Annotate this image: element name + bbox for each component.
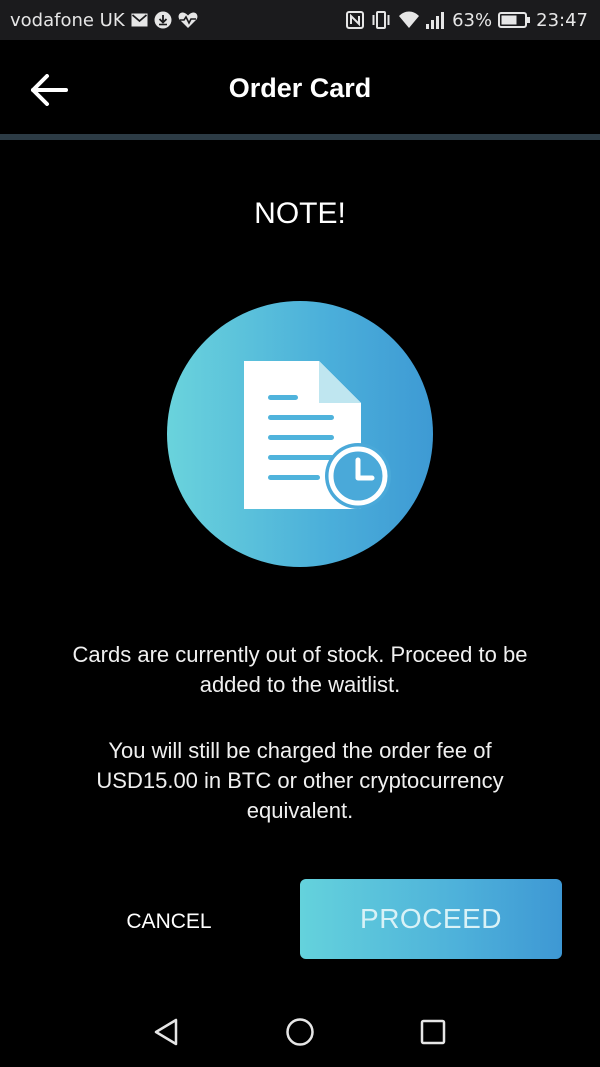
note-title: NOTE! bbox=[254, 197, 346, 230]
status-bar-right: 63% 23:47 bbox=[346, 10, 588, 31]
status-bar-left: vodafone UK bbox=[10, 10, 198, 31]
nfc-icon bbox=[346, 11, 365, 29]
out-of-stock-message: Cards are currently out of stock. Procee… bbox=[72, 642, 528, 697]
mail-icon bbox=[131, 13, 148, 27]
cancel-button[interactable]: CANCEL bbox=[110, 900, 228, 944]
navigation-bar bbox=[0, 996, 600, 1067]
heart-rate-icon bbox=[178, 11, 198, 29]
battery-icon bbox=[498, 12, 531, 28]
download-icon bbox=[154, 11, 172, 29]
signal-icon bbox=[426, 11, 446, 29]
app-header: Order Card bbox=[0, 40, 600, 134]
nav-home-button[interactable] bbox=[282, 1014, 318, 1050]
nav-back-icon bbox=[154, 1018, 178, 1046]
status-bar: vodafone UK 63% 23:47 bbox=[0, 0, 600, 40]
nav-recents-button[interactable] bbox=[415, 1014, 451, 1050]
page-title: Order Card bbox=[228, 73, 372, 103]
nav-back-button[interactable] bbox=[148, 1014, 184, 1050]
wifi-icon bbox=[398, 11, 420, 29]
header-divider bbox=[0, 134, 600, 140]
battery-percent: 63% bbox=[452, 9, 493, 31]
order-fee-message: You will still be charged the order fee … bbox=[96, 738, 504, 823]
vibrate-icon bbox=[370, 11, 392, 29]
nav-home-icon bbox=[286, 1018, 314, 1046]
document-clock-icon bbox=[244, 361, 391, 509]
illustration-circle bbox=[167, 301, 433, 567]
carrier-name: vodafone UK bbox=[10, 9, 125, 31]
clock: 23:47 bbox=[536, 9, 588, 31]
nav-recents-icon bbox=[420, 1019, 446, 1045]
proceed-button[interactable]: PROCEED bbox=[300, 879, 562, 959]
